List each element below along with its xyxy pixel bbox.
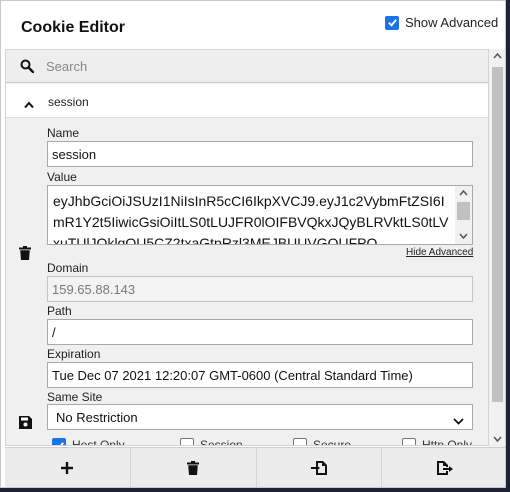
- search-icon: [20, 59, 35, 78]
- secure-checkbox[interactable]: [293, 438, 307, 445]
- import-icon: [310, 460, 327, 475]
- cookie-list: session Name Value eyJhbGciOiJSUzI1NiIsI…: [5, 49, 489, 446]
- host-only-checkbox[interactable]: [52, 438, 66, 445]
- secure-option[interactable]: Secure: [293, 438, 352, 446]
- session-label: Session: [200, 438, 243, 446]
- show-advanced-checkbox[interactable]: [385, 15, 399, 30]
- cookie-name: session: [48, 95, 89, 109]
- secure-label: Secure: [313, 438, 352, 446]
- scroll-down-icon: [493, 436, 502, 442]
- main-scroll-thumb[interactable]: [492, 67, 503, 402]
- chevron-down-icon: [453, 413, 464, 428]
- chevron-up-icon[interactable]: [24, 96, 34, 114]
- delete-all-button[interactable]: [131, 448, 257, 487]
- export-button[interactable]: [382, 448, 505, 487]
- export-icon: [436, 460, 453, 475]
- domain-field: [47, 276, 473, 302]
- show-advanced-toggle[interactable]: Show Advanced: [385, 15, 498, 30]
- show-advanced-label: Show Advanced: [405, 15, 499, 30]
- search-input[interactable]: [46, 54, 476, 78]
- session-checkbox[interactable]: [180, 438, 194, 445]
- value-scroll-thumb[interactable]: [457, 202, 470, 220]
- main-scrollbar[interactable]: [489, 49, 505, 447]
- http-only-checkbox[interactable]: [402, 438, 416, 445]
- samesite-select[interactable]: No Restriction: [47, 404, 473, 430]
- trash-icon: [187, 460, 200, 475]
- host-only-label: Host Only: [72, 438, 125, 446]
- http-only-label: Http Only: [422, 438, 473, 446]
- app-title: Cookie Editor: [21, 19, 126, 36]
- import-button[interactable]: [257, 448, 383, 487]
- scroll-up-icon: [459, 190, 468, 196]
- name-field[interactable]: [47, 141, 473, 167]
- path-label: Path: [47, 304, 72, 318]
- samesite-value: No Restriction: [56, 410, 138, 425]
- search-bar: [6, 50, 488, 83]
- expiration-label: Expiration: [47, 347, 101, 361]
- value-textarea[interactable]: eyJhbGciOiJSUzI1NiIsInR5cCI6IkpXVCJ9.eyJ…: [47, 185, 473, 245]
- domain-label: Domain: [47, 261, 89, 275]
- session-option[interactable]: Session: [180, 438, 243, 446]
- samesite-label: Same Site: [47, 390, 103, 404]
- plus-icon: [61, 461, 74, 474]
- cookie-editor-popup: Cookie Editor Show Advanced session: [0, 0, 506, 488]
- http-only-option[interactable]: Http Only: [402, 438, 473, 446]
- host-only-option[interactable]: Host Only: [52, 438, 125, 446]
- value-label: Value: [47, 170, 77, 184]
- save-cookie-icon[interactable]: [19, 416, 32, 434]
- footer-toolbar: [5, 447, 505, 487]
- name-label: Name: [47, 126, 80, 140]
- value-text: eyJhbGciOiJSUzI1NiIsInR5cCI6IkpXVCJ9.eyJ…: [53, 193, 449, 245]
- value-scrollbar[interactable]: [455, 186, 472, 244]
- header: Cookie Editor Show Advanced: [1, 1, 505, 49]
- scroll-down-icon: [459, 233, 468, 239]
- cookie-details: Name Value eyJhbGciOiJSUzI1NiIsInR5cCI6I…: [6, 118, 488, 446]
- expiration-field[interactable]: [47, 362, 473, 388]
- path-field[interactable]: [47, 319, 473, 345]
- cookie-row-session[interactable]: session: [6, 84, 488, 118]
- scroll-up-icon: [493, 53, 502, 59]
- delete-cookie-icon[interactable]: [19, 246, 31, 265]
- add-cookie-button[interactable]: [5, 448, 131, 487]
- hide-advanced-link[interactable]: Hide Advanced: [406, 247, 473, 258]
